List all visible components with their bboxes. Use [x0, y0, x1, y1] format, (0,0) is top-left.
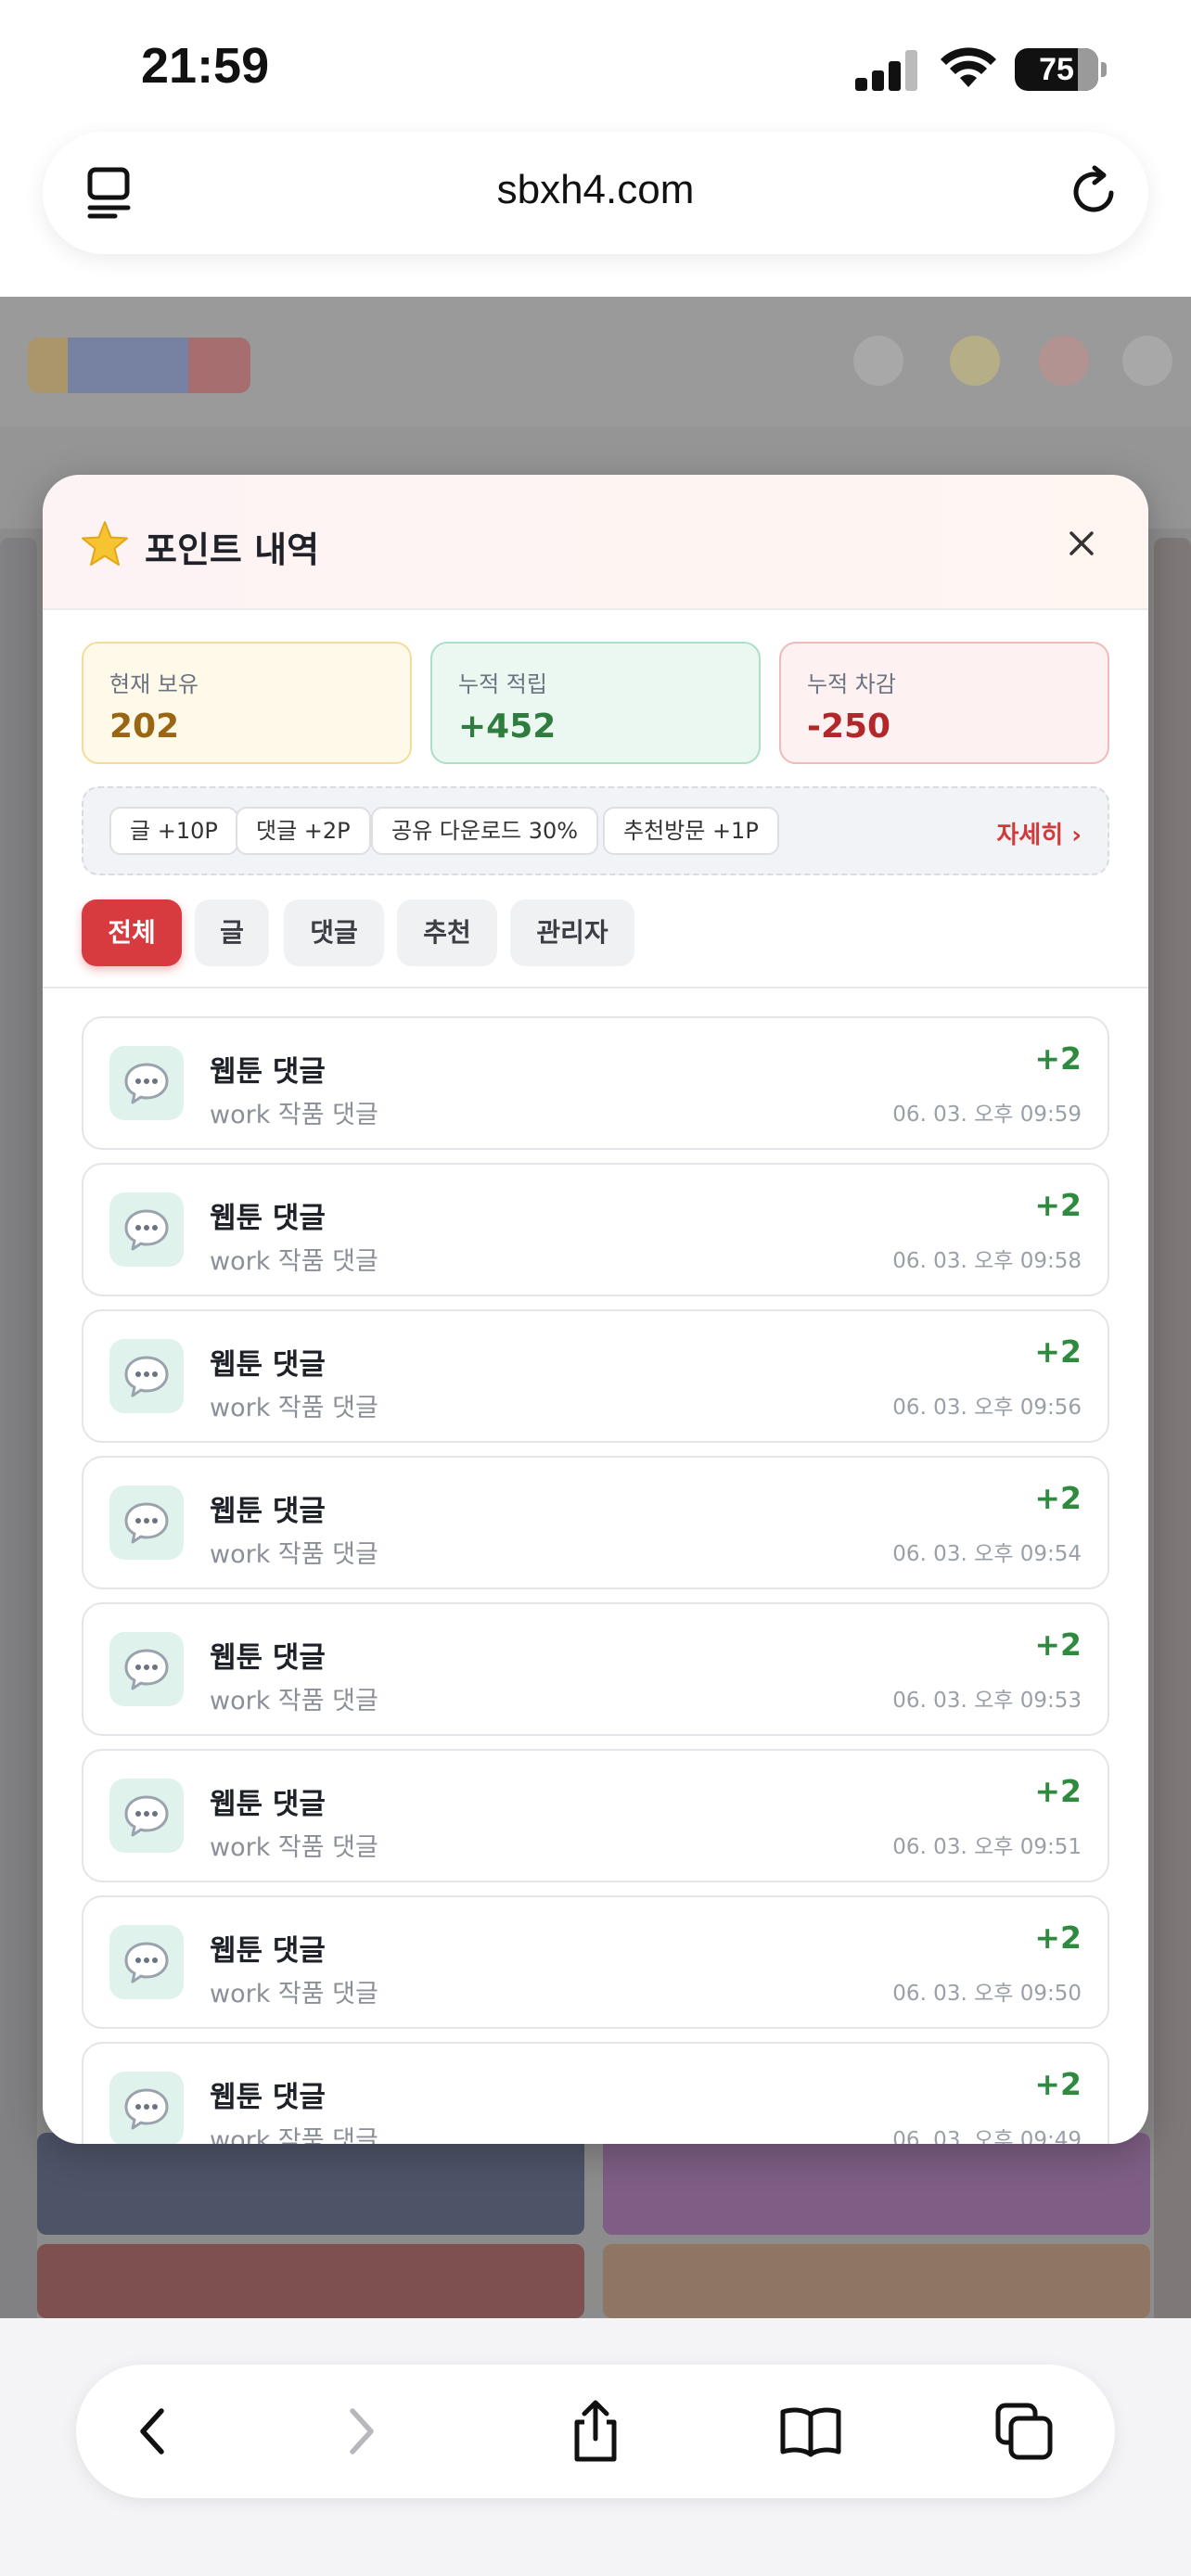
entry-timestamp: 06. 03. 오후 09:53 — [892, 1689, 1082, 1713]
points-history-list[interactable]: 웹툰 댓글 work 작품 댓글 +2 06. 03. 오후 09:59 웹툰 댓글 wo… — [43, 988, 1148, 2144]
entry-title: 웹툰 댓글 — [210, 1495, 326, 1528]
tab-recommend[interactable]: 추천 — [397, 899, 497, 966]
points-history-row[interactable]: 웹툰 댓글 work 작품 댓글 +2 06. 03. 오후 09:54 — [82, 1456, 1109, 1589]
bg-site-header — [0, 297, 1191, 427]
speech-bubble-icon — [109, 1486, 184, 1560]
rule-chip-share-download: 공유 다운로드 30% — [371, 807, 599, 855]
point-rules: 글 +10P 댓글 +2P 공유 다운로드 30% 추천방문 +1P 자세히 › — [82, 786, 1109, 875]
bookmarks-icon[interactable] — [777, 2398, 844, 2465]
entry-subtitle: work 작품 댓글 — [210, 1540, 378, 1569]
close-icon[interactable] — [1063, 525, 1100, 562]
entry-amount: +2 — [1034, 1919, 1082, 1956]
entry-timestamp: 06. 03. 오후 09:59 — [892, 1103, 1082, 1127]
points-history-row[interactable]: 웹툰 댓글 work 작품 댓글 +2 06. 03. 오후 09:51 — [82, 1749, 1109, 1882]
points-history-row[interactable]: 웹툰 댓글 work 작품 댓글 +2 06. 03. 오후 09:49 — [82, 2042, 1109, 2144]
entry-title: 웹툰 댓글 — [210, 2081, 326, 2114]
entry-timestamp: 06. 03. 오후 09:56 — [892, 1396, 1082, 1420]
points-history-row[interactable]: 웹툰 댓글 work 작품 댓글 +2 06. 03. 오후 09:53 — [82, 1602, 1109, 1736]
entry-amount: +2 — [1034, 1626, 1082, 1663]
spent-points-card: 누적 차감 -250 — [779, 642, 1109, 764]
bg-site-logo — [28, 338, 250, 393]
entry-subtitle: work 작품 댓글 — [210, 1247, 378, 1276]
entry-title: 웹툰 댓글 — [210, 1202, 326, 1235]
points-history-row[interactable]: 웹툰 댓글 work 작품 댓글 +2 06. 03. 오후 09:50 — [82, 1895, 1109, 2029]
entry-timestamp: 06. 03. 오후 09:51 — [892, 1835, 1082, 1859]
cellular-signal-icon — [855, 48, 918, 91]
tab-all[interactable]: 전체 — [82, 899, 182, 966]
points-history-modal: 포인트 내역 현재 보유 202 누적 적립 +452 누적 차감 -250 글… — [43, 475, 1148, 2144]
status-time: 21:59 — [141, 38, 270, 94]
spent-points-label: 누적 차감 — [807, 671, 896, 697]
entry-subtitle: work 작품 댓글 — [210, 1687, 378, 1715]
entry-timestamp: 06. 03. 오후 09:54 — [892, 1542, 1082, 1566]
back-icon[interactable] — [121, 2398, 187, 2465]
points-history-row[interactable]: 웹툰 댓글 work 작품 댓글 +2 06. 03. 오후 09:58 — [82, 1163, 1109, 1296]
speech-bubble-icon — [109, 1779, 184, 1853]
rules-details-link[interactable]: 자세히 › — [996, 816, 1082, 850]
entry-amount: +2 — [1034, 1333, 1082, 1370]
rule-chip-comment: 댓글 +2P — [236, 807, 371, 855]
current-points-label: 현재 보유 — [109, 671, 198, 697]
battery-icon: 75 — [1015, 48, 1107, 91]
browser-toolbar-area — [0, 2318, 1191, 2576]
rule-chip-post: 글 +10P — [109, 807, 238, 855]
points-history-row[interactable]: 웹툰 댓글 work 작품 댓글 +2 06. 03. 오후 09:56 — [82, 1309, 1109, 1443]
entry-timestamp: 06. 03. 오후 09:49 — [892, 2128, 1082, 2144]
entry-timestamp: 06. 03. 오후 09:58 — [892, 1249, 1082, 1273]
tab-admin[interactable]: 관리자 — [510, 899, 634, 966]
address-bar[interactable]: sbxh4.com — [43, 132, 1148, 254]
spent-points-value: -250 — [807, 708, 891, 746]
speech-bubble-icon — [109, 1046, 184, 1120]
entry-title: 웹툰 댓글 — [210, 1934, 326, 1968]
entry-amount: +2 — [1034, 1040, 1082, 1077]
wifi-icon — [941, 47, 996, 87]
status-bar: 21:59 75 sbxh4.com — [0, 0, 1191, 254]
entry-subtitle: work 작품 댓글 — [210, 2126, 378, 2144]
battery-level: 75 — [1039, 52, 1074, 87]
entry-title: 웹툰 댓글 — [210, 1641, 326, 1675]
earned-points-label: 누적 적립 — [458, 671, 547, 697]
current-points-card: 현재 보유 202 — [82, 642, 412, 764]
modal-title: 포인트 내역 — [145, 529, 320, 570]
current-points-value: 202 — [109, 708, 180, 746]
points-history-row[interactable]: 웹툰 댓글 work 작품 댓글 +2 06. 03. 오후 09:59 — [82, 1016, 1109, 1150]
modal-header: 포인트 내역 — [43, 475, 1148, 610]
entry-amount: +2 — [1034, 1480, 1082, 1516]
entry-timestamp: 06. 03. 오후 09:50 — [892, 1982, 1082, 2006]
entry-title: 웹툰 댓글 — [210, 1788, 326, 1821]
speech-bubble-icon — [109, 1632, 184, 1706]
entry-amount: +2 — [1034, 1773, 1082, 1809]
rule-chip-referral: 추천방문 +1P — [603, 807, 779, 855]
entry-title: 웹툰 댓글 — [210, 1055, 326, 1089]
speech-bubble-icon — [109, 2072, 184, 2144]
reload-icon[interactable] — [1067, 165, 1121, 219]
entry-subtitle: work 작품 댓글 — [210, 1833, 378, 1862]
tab-posts[interactable]: 글 — [195, 899, 269, 966]
entry-amount: +2 — [1034, 2066, 1082, 2102]
earned-points-value: +452 — [458, 708, 557, 746]
entry-subtitle: work 작품 댓글 — [210, 1101, 378, 1129]
url-text[interactable]: sbxh4.com — [43, 167, 1148, 213]
tabs-icon[interactable] — [991, 2398, 1057, 2465]
share-icon[interactable] — [562, 2398, 629, 2465]
star-icon — [82, 521, 128, 566]
speech-bubble-icon — [109, 1192, 184, 1267]
entry-subtitle: work 작품 댓글 — [210, 1394, 378, 1422]
earned-points-card: 누적 적립 +452 — [430, 642, 761, 764]
forward-icon[interactable] — [327, 2398, 393, 2465]
speech-bubble-icon — [109, 1339, 184, 1413]
entry-title: 웹툰 댓글 — [210, 1348, 326, 1382]
entry-subtitle: work 작품 댓글 — [210, 1980, 378, 2009]
speech-bubble-icon — [109, 1925, 184, 1999]
browser-toolbar — [76, 2365, 1115, 2498]
tab-comments[interactable]: 댓글 — [284, 899, 384, 966]
entry-amount: +2 — [1034, 1187, 1082, 1223]
